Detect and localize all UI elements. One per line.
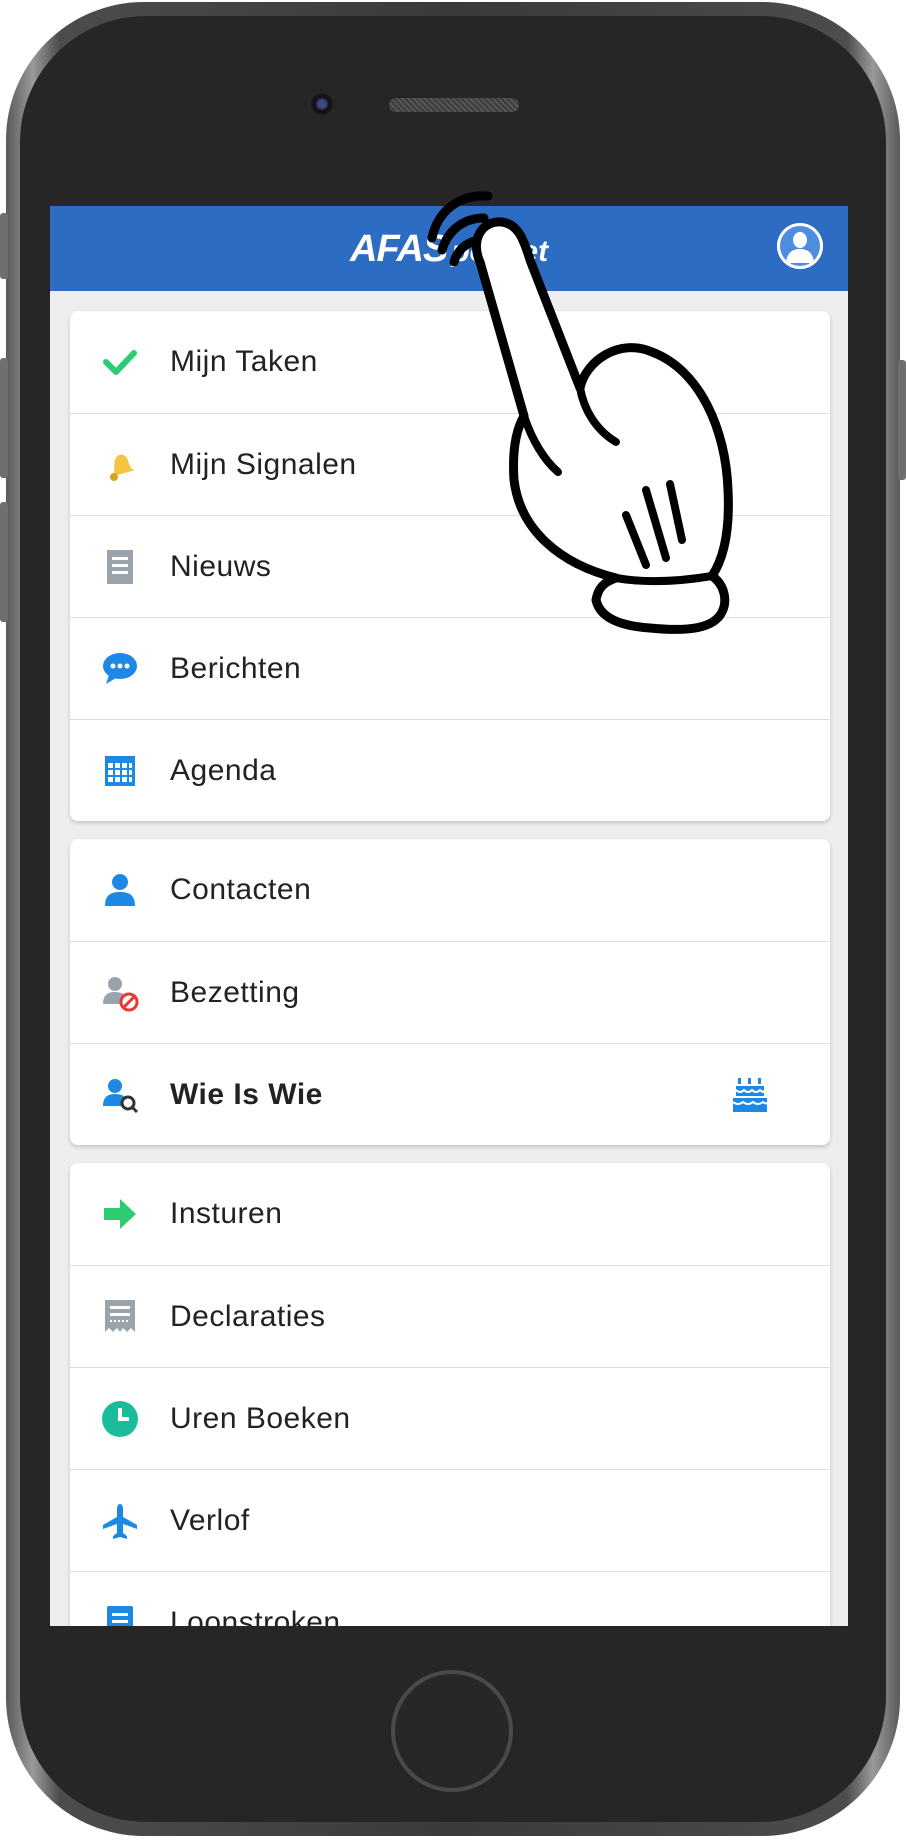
menu-item-uren-boeken[interactable]: Uren Boeken (70, 1367, 830, 1469)
menu-item-label: Nieuws (170, 549, 272, 583)
menu-item-label: Bezetting (170, 975, 300, 1009)
menu-item-label: Insturen (170, 1197, 283, 1230)
document-icon (100, 547, 140, 587)
menu-item-label: Verlof (170, 1503, 250, 1537)
clock-icon (100, 1399, 140, 1439)
menu-card-3: Insturen Declaraties Uren Boeken Verlof … (70, 1163, 830, 1626)
checkmark-icon (100, 342, 140, 382)
airplane-icon (100, 1501, 140, 1541)
menu-item-loonstroken[interactable]: Loonstroken (70, 1571, 830, 1626)
calendar-grid-icon (100, 751, 140, 791)
receipt-icon (100, 1297, 140, 1337)
person-unavailable-icon (100, 973, 140, 1013)
front-camera (311, 93, 333, 115)
menu-item-label: Agenda (170, 753, 277, 787)
payslip-icon (100, 1603, 140, 1626)
chat-bubble-icon (100, 649, 140, 689)
birthday-cake-icon (730, 1075, 770, 1115)
menu-card-2: Contacten Bezetting Wie Is Wie (70, 839, 830, 1145)
user-avatar[interactable] (777, 223, 823, 269)
menu-item-bezetting[interactable]: Bezetting (70, 941, 830, 1043)
user-silhouette-icon (777, 223, 823, 269)
menu-item-label: Loonstroken (170, 1605, 341, 1627)
menu-item-label: Berichten (170, 651, 302, 685)
tap-gesture-hand-icon (427, 191, 733, 634)
menu-item-label: Declaraties (170, 1299, 326, 1333)
menu-item-label: Wie Is Wie (170, 1077, 323, 1111)
power-button (898, 360, 906, 480)
menu-item-label: Mijn Taken (170, 345, 318, 378)
bell-icon (100, 445, 140, 485)
person-icon (100, 870, 140, 910)
menu-item-wie-is-wie[interactable]: Wie Is Wie (70, 1043, 830, 1145)
menu-item-label: Mijn Signalen (170, 447, 357, 481)
mute-switch (0, 213, 8, 279)
volume-down-button (0, 502, 8, 622)
home-button[interactable] (391, 1670, 513, 1792)
person-search-icon (100, 1075, 140, 1115)
menu-item-insturen[interactable]: Insturen (70, 1163, 830, 1265)
arrow-right-icon (100, 1194, 140, 1234)
menu-item-verlof[interactable]: Verlof (70, 1469, 830, 1571)
menu-item-agenda[interactable]: Agenda (70, 719, 830, 821)
menu-item-label: Contacten (170, 873, 312, 906)
earpiece-speaker (389, 98, 519, 112)
volume-up-button (0, 358, 8, 478)
menu-item-declaraties[interactable]: Declaraties (70, 1265, 830, 1367)
menu-item-label: Uren Boeken (170, 1401, 351, 1435)
menu-item-contacten[interactable]: Contacten (70, 839, 830, 941)
